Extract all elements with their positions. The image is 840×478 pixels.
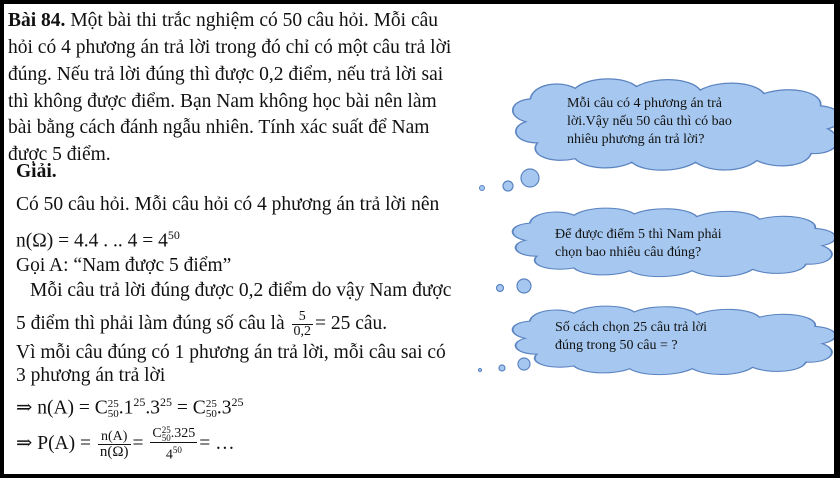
solution-line-6: Vì mỗi câu đúng có 1 phương án trả lời, …	[16, 342, 446, 363]
problem-line-2: hỏi có 4 phương án trả lời trong đó chỉ …	[8, 37, 452, 58]
combination-c: C	[152, 426, 162, 442]
solution-line-3: Gọi A: “Nam được 5 điểm”	[16, 255, 232, 276]
solution-line-5: 5 điểm thì phải làm đúng số câu là 5 0,2…	[16, 310, 387, 339]
denominator-base: 4	[165, 447, 173, 463]
problem-line-1: Bài 84. Một bài thi trắc nghiệm có 50 câ…	[8, 10, 438, 32]
cloud-1-text: Mỗi câu có 4 phương án trả lời.Vậy nếu 5…	[567, 95, 732, 149]
solution-line-2: n(Ω) = 4.4 . .. 4 = 450	[16, 224, 180, 253]
cloud-3-line-1: Số cách chọn 25 câu trả lời	[555, 320, 708, 335]
cloud-3-line-2: đúng trong 50 câu = ?	[555, 338, 678, 353]
denominator-exponent: 50	[172, 445, 182, 455]
solution-line-7: 3 phương án trả lời	[16, 365, 166, 386]
fraction-result: C 25 50.325 450	[150, 426, 198, 463]
probability-label: P(A) =	[37, 432, 92, 454]
fraction-2-denominator: 450	[150, 443, 197, 463]
fraction-denominator: 0,2	[293, 324, 312, 339]
problem-text-1: Một bài thi trắc nghiệm có 50 câu hỏi. M…	[70, 10, 439, 31]
fraction-na-over-nomega: n(A) n(Ω)	[97, 429, 131, 460]
sample-space-formula: n(Ω) = 4.4 . .. 4 = 4	[16, 230, 168, 252]
combination-3: 25 50	[161, 426, 171, 443]
sample-space-exponent: 50	[167, 228, 180, 242]
cloud-1-line-3: nhiêu phương án trả lời?	[567, 132, 705, 147]
numerator-rest: .325	[170, 426, 196, 442]
formula-part-c: .3	[145, 397, 161, 419]
problem-title: Bài 84.	[8, 10, 66, 31]
line5-suffix: = 25 câu.	[315, 312, 388, 334]
formula-part-e: .3	[216, 397, 232, 419]
cloud-2-line-1: Để được điểm 5 thì Nam phải	[555, 227, 722, 242]
solution-line-4: Mỗi câu trả lời đúng được 0,2 điểm do vậ…	[30, 280, 452, 301]
cloud-1-bubble-small	[479, 185, 485, 191]
line5-prefix: 5 điểm thì phải làm đúng số câu là	[16, 312, 285, 334]
implies-arrow-2: ⇒	[16, 432, 33, 454]
n-a-formula-start: n(A) = C	[37, 397, 108, 419]
problem-line-4: thì không được điểm. Bạn Nam không học b…	[8, 91, 437, 112]
combination-2-bottom: 50	[205, 408, 217, 421]
slide: Bài 84. Một bài thi trắc nghiệm có 50 câ…	[4, 4, 834, 474]
cloud-1-bubble-medium	[502, 180, 514, 192]
solution-line-1: Có 50 câu hỏi. Mỗi câu hỏi có 4 phương á…	[16, 194, 440, 215]
combination-3-bottom: 50	[161, 433, 171, 443]
exponent-3: 25	[231, 395, 244, 409]
solution-line-9: ⇒ P(A) = n(A) n(Ω) = C 25 50.325 450 = …	[16, 426, 235, 463]
cloud-3-bubble-medium	[498, 364, 506, 372]
cloud-3-bubble-large	[517, 357, 531, 371]
formula-part-b: .1	[118, 397, 134, 419]
problem-line-3: đúng. Nếu trả lời đúng thì được 0,2 điểm…	[8, 64, 444, 85]
combination-2: 25 50	[205, 399, 217, 421]
exponent-2: 25	[160, 395, 173, 409]
cloud-1-bubble-large	[520, 168, 540, 188]
cloud-3-text: Số cách chọn 25 câu trả lời đúng trong 5…	[555, 319, 707, 355]
cloud-3-bubble-small	[478, 368, 482, 372]
fraction-1-numerator: n(A)	[97, 429, 131, 445]
fraction-2-numerator: C 25 50.325	[150, 426, 198, 443]
implies-arrow: ⇒	[16, 397, 33, 419]
solution-line-8: ⇒ n(A) = C 25 50.125.325 = C 25 50.325	[16, 391, 243, 420]
cloud-1-line-2: lời.Vậy nếu 50 câu thì có bao	[567, 114, 732, 129]
cloud-2-bubble-large	[516, 278, 532, 294]
fraction-5-over-0-2: 5 0,2	[291, 310, 313, 339]
exponent-1: 25	[133, 395, 146, 409]
fraction-1-denominator: n(Ω)	[99, 443, 129, 460]
cloud-2-bubble-small	[495, 283, 505, 293]
cloud-2-line-2: chọn bao nhiêu câu đúng?	[555, 245, 702, 260]
fraction-numerator: 5	[291, 310, 313, 325]
cloud-1-line-1: Mỗi câu có 4 phương án trả	[567, 96, 722, 111]
cloud-2-text: Để được điểm 5 thì Nam phải chọn bao nhi…	[555, 226, 722, 262]
problem-line-5: bài bằng cách đánh ngẫu nhiên. Tính xác …	[8, 117, 430, 138]
combination-1-bottom: 50	[107, 408, 119, 421]
combination-1: 25 50	[107, 399, 119, 421]
equals-sign: =	[132, 432, 144, 454]
solution-heading: Giải.	[16, 161, 57, 182]
formula-part-d: = C	[172, 397, 206, 419]
ellipsis-end: = …	[199, 432, 235, 454]
